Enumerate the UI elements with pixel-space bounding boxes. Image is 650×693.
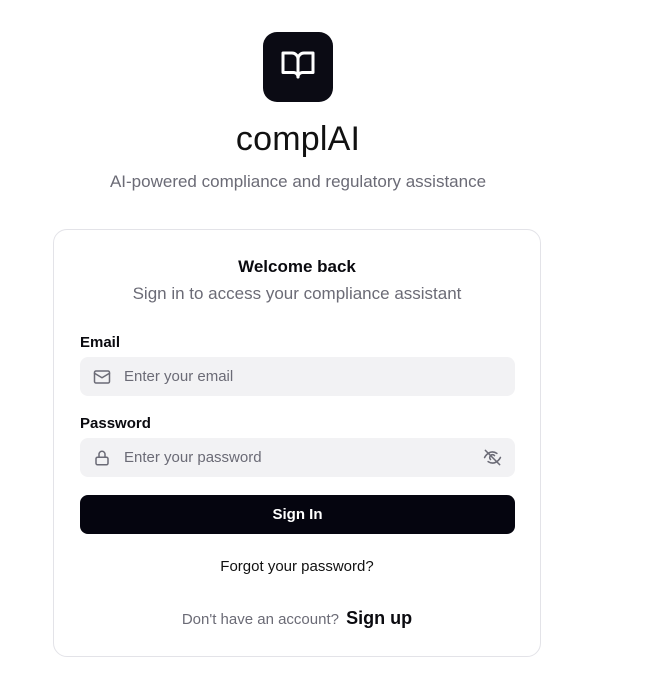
password-label: Password	[80, 415, 151, 432]
login-card: Welcome back Sign in to access your comp…	[53, 229, 541, 657]
forgot-password-link[interactable]: Forgot your password?	[54, 558, 540, 575]
signup-prompt: Don't have an account?	[181, 611, 339, 628]
email-input-wrapper[interactable]	[80, 357, 515, 396]
sign-in-button[interactable]: Sign In	[80, 495, 515, 534]
email-input[interactable]	[124, 368, 515, 385]
password-input[interactable]	[124, 449, 481, 466]
signup-row: Don't have an account? Sign up	[54, 608, 540, 629]
sign-up-link[interactable]: Sign up	[346, 608, 412, 628]
app-title: complAI	[235, 120, 361, 158]
app-tagline: AI-powered compliance and regulatory ass…	[109, 172, 487, 191]
email-label: Email	[80, 334, 121, 351]
card-title: Welcome back	[238, 257, 356, 276]
book-open-icon	[280, 47, 316, 88]
mail-icon	[92, 367, 112, 387]
lock-icon	[92, 448, 112, 468]
password-input-wrapper[interactable]	[80, 438, 515, 477]
app-logo	[263, 32, 333, 102]
eye-off-icon[interactable]	[481, 447, 503, 469]
card-subtitle: Sign in to access your compliance assist…	[132, 284, 462, 303]
